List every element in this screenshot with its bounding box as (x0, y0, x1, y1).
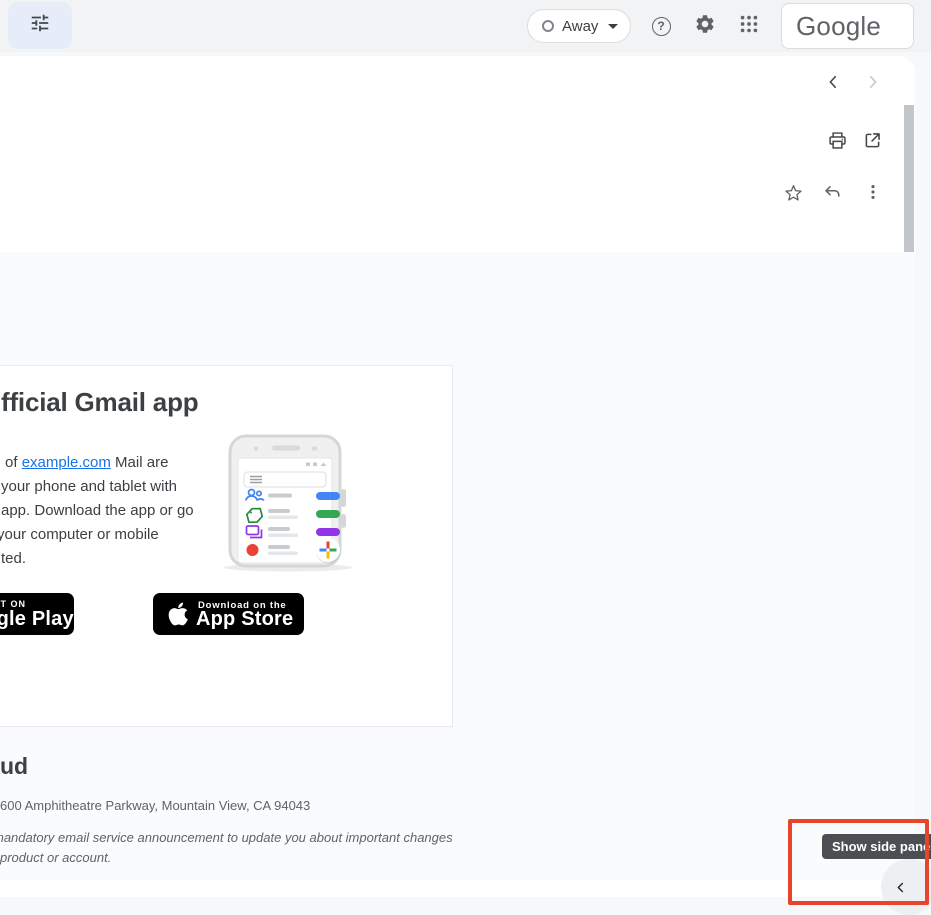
apps-grid-icon (738, 13, 760, 40)
phone-side-button (341, 514, 346, 528)
phone-illustration (216, 434, 361, 574)
row2-green-pill (316, 510, 340, 518)
gear-icon (694, 13, 716, 40)
phone-side-button (341, 489, 346, 507)
star-icon (783, 182, 804, 203)
print-button[interactable] (825, 128, 849, 152)
para-line5: ted. (1, 547, 194, 571)
google-play-badge[interactable]: GET IT ON Google Play (0, 593, 74, 635)
row2-text-bar (268, 509, 290, 513)
compose-fab-icon (316, 538, 340, 564)
status-away-dropdown[interactable]: Away (527, 9, 631, 43)
open-in-new-icon (862, 130, 883, 151)
mail-panel: fficial Gmail app of example.com Mail ar… (0, 56, 915, 897)
row2-text-bar-light (268, 516, 298, 520)
footer-brand-fragment: ud (0, 753, 28, 780)
chevron-left-icon (824, 73, 842, 91)
app-store-badge[interactable]: Download on the App Store (153, 593, 304, 635)
example-com-link[interactable]: example.com (22, 454, 111, 471)
tune-filter-button[interactable] (8, 2, 72, 49)
chevron-right-icon (864, 73, 882, 91)
apple-icon (167, 601, 189, 632)
open-in-new-window-button[interactable] (860, 128, 884, 152)
printer-icon (827, 130, 848, 151)
google-apps-button[interactable] (737, 14, 761, 38)
row1-blue-pill (316, 492, 340, 500)
phone-speaker (272, 446, 300, 451)
star-button[interactable] (781, 180, 805, 204)
gmail-app-promo-card: fficial Gmail app of example.com Mail ar… (0, 365, 453, 727)
email-body-region: fficial Gmail app of example.com Mail ar… (0, 252, 915, 880)
status-bar-icons (306, 463, 327, 467)
google-logo: Google (796, 11, 881, 42)
row3-text-bar-light (268, 534, 298, 538)
para-line1-prefix: of (5, 454, 22, 471)
reply-arrow-icon (823, 182, 844, 203)
app-store-name: App Store (196, 608, 293, 631)
para-line3: app. Download the app or go (1, 499, 194, 523)
promo-paragraph: of example.com Mail are your phone and t… (1, 451, 194, 571)
show-side-panel-tooltip: Show side panel (822, 834, 931, 859)
google-logo-box[interactable]: Google (781, 3, 914, 49)
footer-disclaimer-line2: product or account. (0, 850, 111, 865)
promo-heading: fficial Gmail app (1, 385, 198, 419)
away-status-label: Away (562, 18, 598, 35)
row3-text-bar (268, 527, 290, 531)
show-side-panel-button[interactable] (881, 859, 931, 915)
phone-sensor-dot (254, 447, 258, 451)
caret-down-icon (608, 24, 618, 29)
red-dot-icon (247, 544, 259, 556)
newer-message-button[interactable] (821, 70, 845, 94)
footer-disclaimer-line1: mandatory email service announcement to … (0, 830, 453, 845)
footer-address: 600 Amphitheatre Parkway, Mountain View,… (0, 798, 310, 813)
para-line2: your phone and tablet with (1, 475, 194, 499)
gmail-message-view: { "header": { "status_label": "Away", "l… (0, 0, 931, 912)
more-options-button[interactable] (861, 180, 885, 204)
older-message-button-disabled[interactable] (861, 70, 885, 94)
tune-icon (29, 12, 51, 39)
row4-text-bar-light (268, 552, 298, 556)
play-badge-name: Google Play (0, 608, 74, 631)
phone-camera-dot (312, 447, 317, 451)
settings-button[interactable] (693, 14, 717, 38)
para-line1-suffix: Mail are (111, 454, 169, 471)
away-status-icon (542, 20, 554, 32)
row4-text-bar (268, 545, 290, 549)
chevron-left-icon (894, 881, 907, 894)
reply-button[interactable] (821, 180, 845, 204)
help-icon: ? (652, 17, 671, 36)
top-header-bar: Away ? Google (0, 0, 931, 52)
para-line4: your computer or mobile (0, 523, 194, 547)
more-vert-icon (863, 182, 883, 202)
row3-purple-pill (316, 528, 340, 536)
help-button[interactable]: ? (649, 14, 673, 38)
row1-text-bar (268, 494, 292, 498)
